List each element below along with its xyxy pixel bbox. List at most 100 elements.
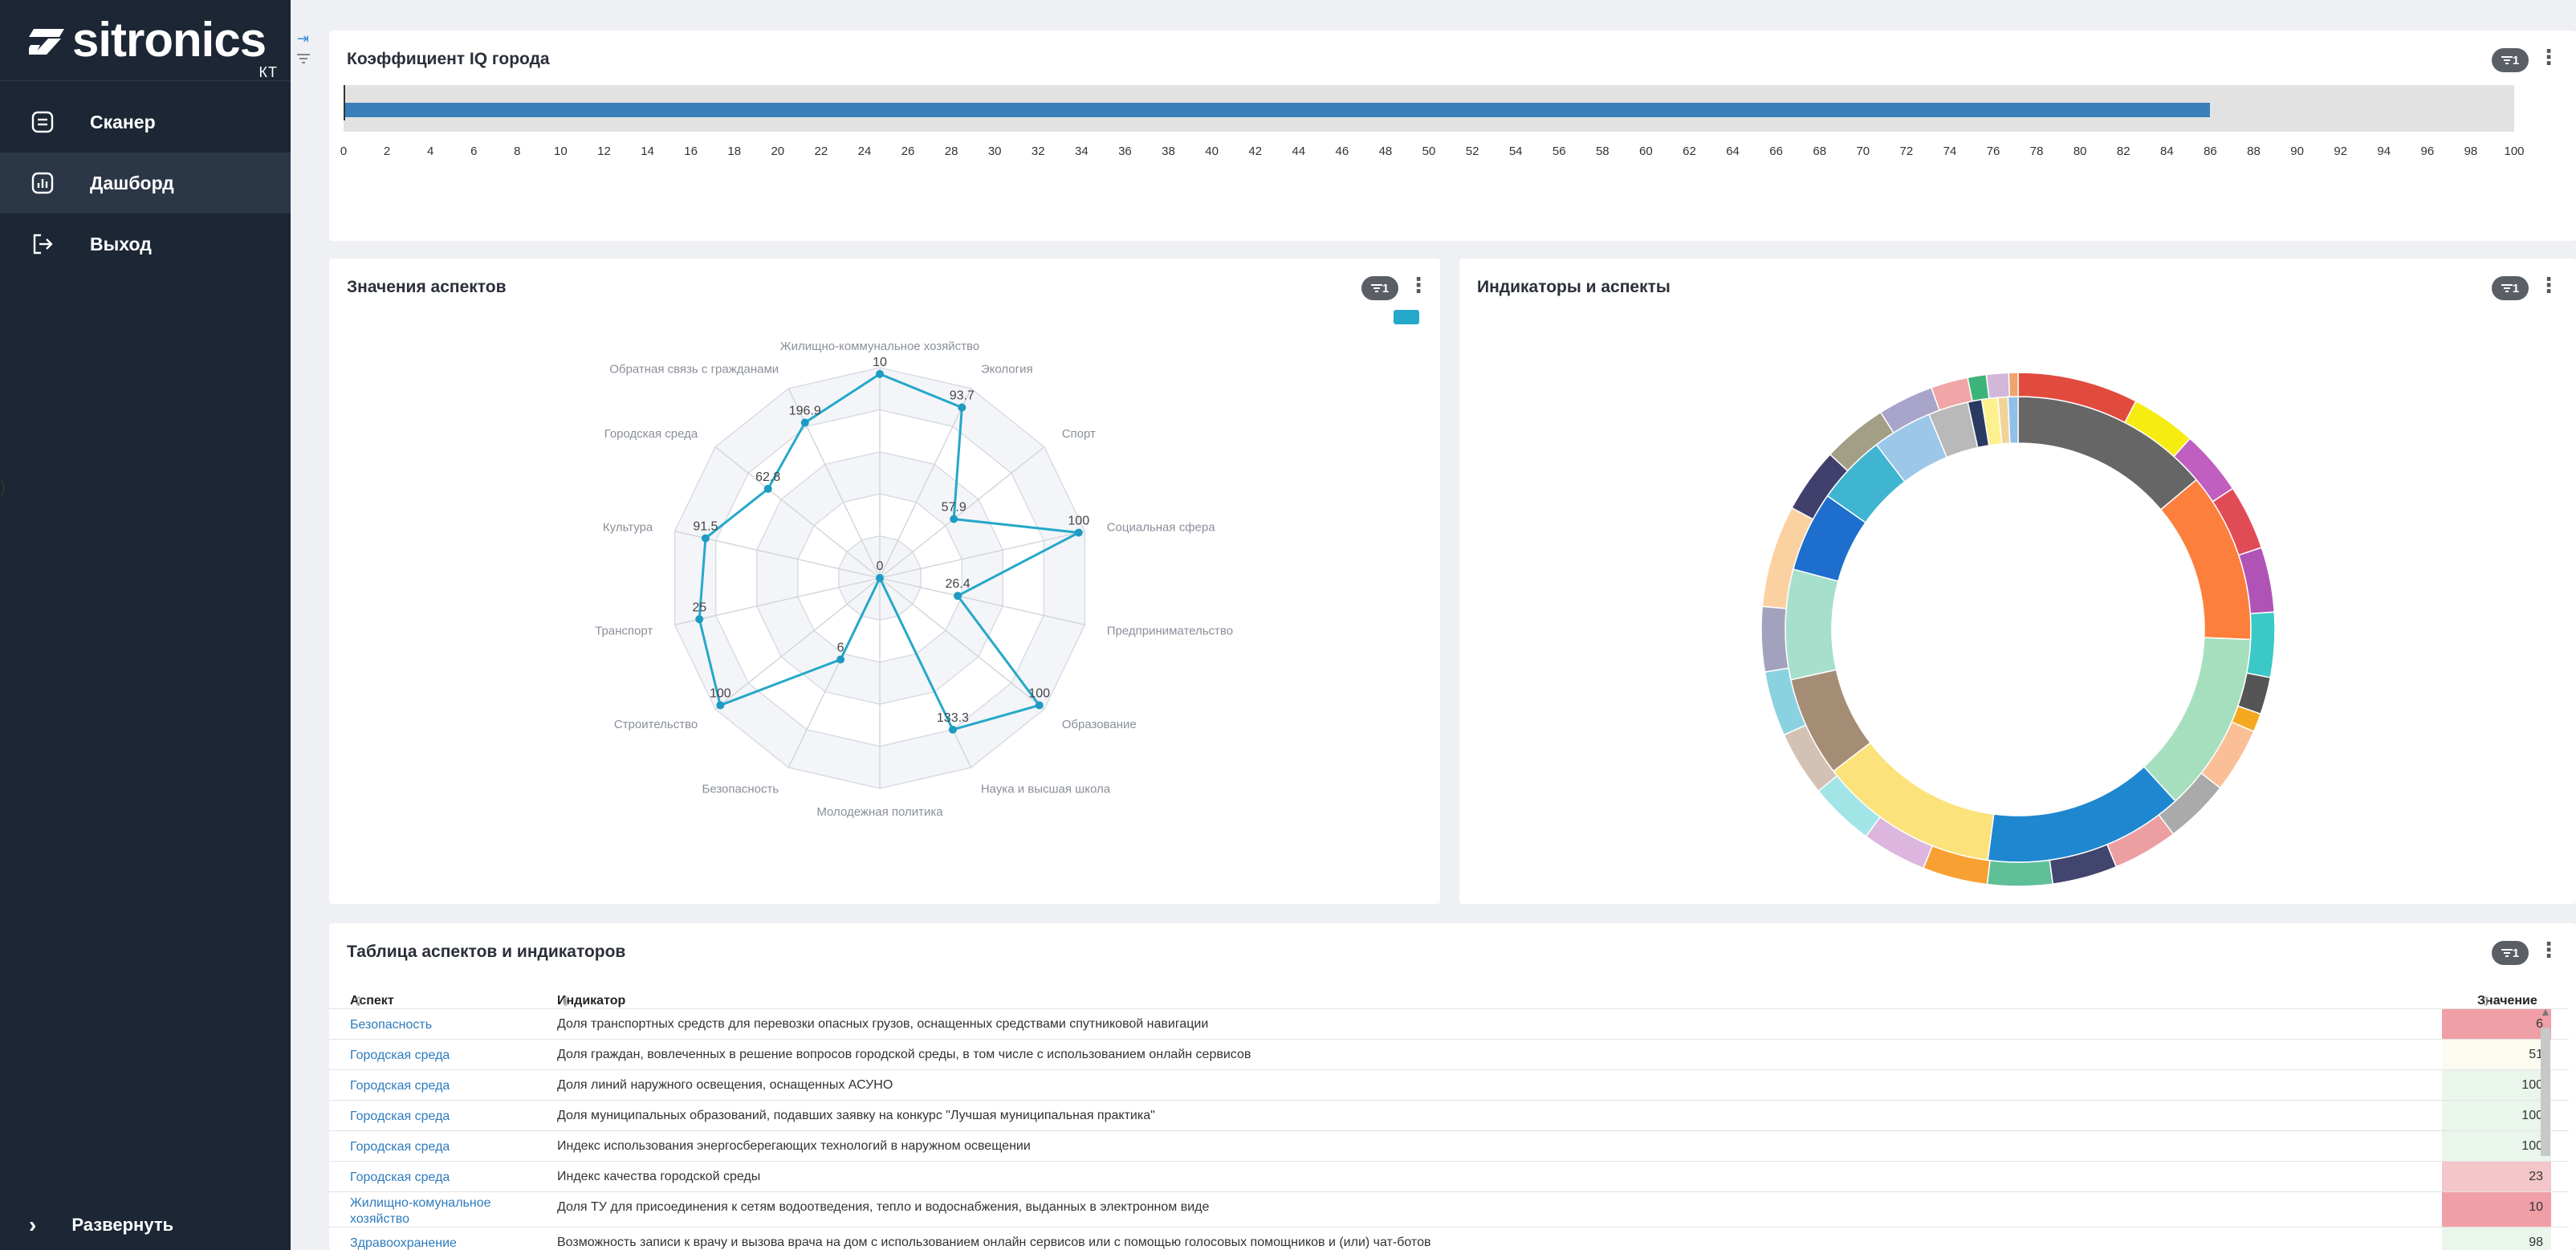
iq-axis-tick: 56: [1552, 145, 1566, 158]
cell-aspect[interactable]: Безопасность: [350, 1017, 543, 1033]
iq-axis-tick: 60: [1639, 145, 1653, 158]
iq-axis-tick: 30: [987, 145, 1002, 158]
table-row[interactable]: Городская среда Доля линий наружного осве…: [329, 1069, 2569, 1100]
cell-aspect[interactable]: Городская среда: [350, 1078, 543, 1094]
sunburst-outer-slice[interactable]: [1760, 605, 1789, 673]
radar-point[interactable]: [950, 515, 958, 523]
filter-badge[interactable]: 1: [2492, 48, 2529, 72]
table-row[interactable]: Безопасность Доля транспортных средств дл…: [329, 1008, 2569, 1039]
iq-axis-tick: 70: [1856, 145, 1870, 158]
cell-value: 98: [2442, 1228, 2551, 1250]
radar-point[interactable]: [876, 574, 884, 582]
cell-value: 6: [2442, 1009, 2551, 1039]
cell-value: 100: [2442, 1101, 2551, 1130]
table-row[interactable]: Городская среда Доля граждан, вовлеченных…: [329, 1039, 2569, 1069]
cell-aspect[interactable]: Городская среда: [350, 1170, 543, 1186]
iq-axis-tick: 62: [1683, 145, 1696, 158]
iq-axis-tick: 48: [1378, 145, 1393, 158]
sunburst-inner-slice[interactable]: [1784, 568, 1839, 681]
expand-sidebar-button[interactable]: › Развернуть: [29, 1212, 173, 1238]
iq-axis-tick: 78: [2029, 145, 2044, 158]
radar-value-label: 62.8: [755, 470, 780, 484]
brand-logo[interactable]: sitronics КТ: [29, 14, 278, 80]
radar-point[interactable]: [695, 615, 704, 624]
cell-aspect[interactable]: Городская среда: [350, 1109, 543, 1125]
sunburst-outer-slice[interactable]: [2245, 611, 2276, 678]
radar-point[interactable]: [716, 701, 725, 710]
cell-aspect[interactable]: Здравоохранение: [350, 1236, 543, 1250]
sunburst-outer-slice[interactable]: [2008, 372, 2019, 397]
collapse-arrow-icon[interactable]: ⇥: [297, 31, 318, 51]
radar-axis-label: Молодежная политика: [816, 805, 943, 819]
radar-value-label: 57.9: [942, 500, 967, 514]
brand-subtitle: КТ: [258, 64, 278, 80]
cell-aspect[interactable]: Городская среда: [350, 1048, 543, 1064]
cell-indicator: Индекс использования энергосберегающих т…: [557, 1139, 1031, 1153]
panel-tools: ⇥: [297, 31, 318, 68]
cell-indicator: Доля линий наружного освещения, оснащенн…: [557, 1078, 893, 1092]
sidebar-item-dashboard[interactable]: Дашборд: [0, 153, 291, 214]
table-row[interactable]: Городская среда Индекс использования энер…: [329, 1130, 2569, 1161]
iq-axis-tick: 54: [1508, 145, 1523, 158]
radar-point[interactable]: [701, 534, 710, 543]
table-row[interactable]: Здравоохранение Возможность записи к врач…: [329, 1227, 2569, 1250]
radar-point[interactable]: [763, 484, 772, 493]
radar-point[interactable]: [1074, 528, 1083, 537]
radar-point[interactable]: [958, 403, 967, 412]
dashboard-icon: [31, 171, 55, 195]
cell-value: 100: [2442, 1070, 2551, 1100]
radar-axis-label: Обратная связь с гражданами: [609, 363, 779, 377]
radar-value-label: 133.3: [937, 711, 969, 725]
cell-indicator: Доля граждан, вовлеченных в решение вопр…: [557, 1048, 1251, 1061]
iq-axis-tick: 58: [1595, 145, 1609, 158]
cell-aspect[interactable]: Городская среда: [350, 1139, 543, 1155]
sidebar-item-label: Сканер: [90, 111, 156, 132]
iq-progress-fill: [344, 103, 2211, 117]
more-menu-icon[interactable]: ⋮: [2538, 938, 2559, 962]
aspects-panel: Значения аспектов 1 ⋮ Жилищно-коммунальн…: [329, 259, 1440, 904]
iq-axis-tick: 94: [2377, 145, 2391, 158]
iq-axis-tick: 96: [2420, 145, 2435, 158]
radar-axis-label: Социальная сфера: [1107, 520, 1215, 534]
sunburst-outer-slice[interactable]: [1986, 859, 2054, 887]
table-scrollbar[interactable]: ▲: [2537, 1005, 2554, 1174]
radar-point[interactable]: [836, 655, 845, 664]
radar-point[interactable]: [1035, 701, 1044, 710]
filter-icon[interactable]: [297, 51, 318, 68]
filter-icon: [2501, 949, 2513, 957]
table-row[interactable]: Городская среда Доля муниципальных образо…: [329, 1100, 2569, 1130]
iq-axis-tick: 34: [1075, 145, 1089, 158]
cell-value: 51: [2442, 1040, 2551, 1069]
iq-axis-tick: 20: [771, 145, 785, 158]
radar-point[interactable]: [954, 592, 962, 601]
iq-axis-tick: 40: [1205, 145, 1219, 158]
radar-axis-label: Образование: [1062, 718, 1137, 731]
more-menu-icon[interactable]: ⋮: [2538, 45, 2559, 69]
radar-value-label: 10: [873, 356, 887, 369]
scanner-icon: [31, 110, 55, 134]
iq-axis-tick: 4: [426, 145, 434, 158]
sunburst-outer-slice[interactable]: [1985, 372, 2011, 400]
sidebar-item-scanner[interactable]: Сканер: [0, 92, 291, 153]
sunburst-inner-slice[interactable]: [2007, 396, 2019, 445]
sort-icon[interactable]: ⇕: [560, 994, 571, 1010]
table-row[interactable]: Жилищно-комунальное хозяйство Доля ТУ для…: [329, 1191, 2569, 1227]
cell-aspect[interactable]: Жилищно-комунальное хозяйство: [350, 1195, 543, 1228]
table-row[interactable]: Городская среда Индекс качества городской…: [329, 1161, 2569, 1191]
indicators-panel: Индикаторы и аспекты 1 ⋮: [1459, 259, 2576, 904]
scroll-up-icon[interactable]: ▲: [2540, 1005, 2551, 1018]
sort-icon[interactable]: ⇕: [2480, 994, 2491, 1010]
sidebar: sitronics КТ Сканер Дашборд Выход › Разв…: [0, 0, 291, 1250]
scrollbar-thumb[interactable]: [2541, 1028, 2550, 1156]
filter-badge[interactable]: 1: [2492, 941, 2529, 965]
radar-value-label: 26.4: [945, 577, 970, 591]
radar-point[interactable]: [800, 418, 809, 427]
sort-icon[interactable]: ⇕: [353, 994, 364, 1010]
sidebar-item-logout[interactable]: Выход: [0, 214, 291, 275]
radar-value-label: 93.7: [950, 389, 975, 403]
iq-axis-tick: 0: [340, 145, 348, 158]
radar-point[interactable]: [948, 725, 957, 734]
iq-axis-tick: 2: [383, 145, 391, 158]
radar-point[interactable]: [876, 369, 884, 378]
radar-axis-label: Городская среда: [604, 427, 698, 441]
